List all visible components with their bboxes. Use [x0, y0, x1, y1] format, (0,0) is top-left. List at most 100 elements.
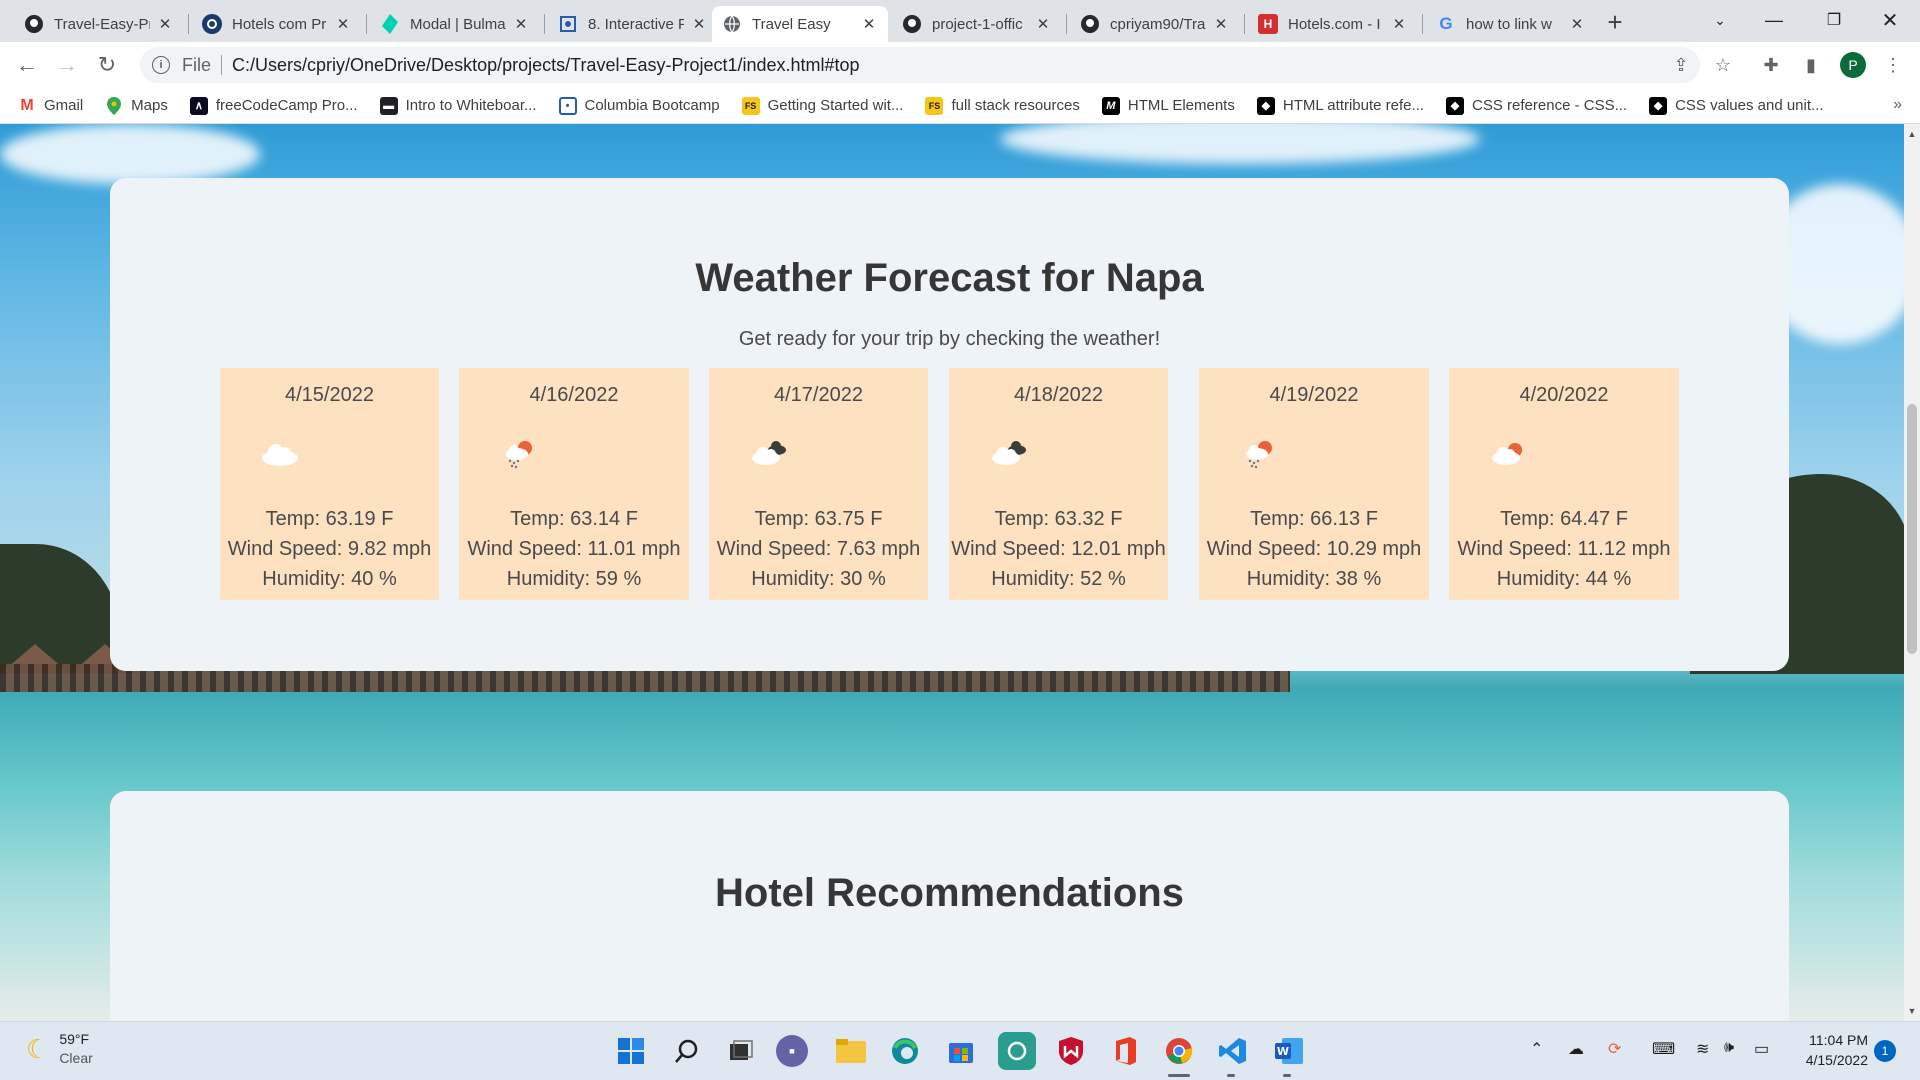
bookmark-item[interactable]: ◆ HTML attribute refe... — [1256, 96, 1424, 115]
forecast-wind: Wind Speed: 10.29 mph — [1206, 538, 1422, 560]
start-icon[interactable] — [612, 1032, 650, 1070]
browser-tab[interactable]: cpriyam90/Tra ✕ — [1070, 6, 1240, 42]
address-bar[interactable]: i File C:/Users/cpriy/OneDrive/Desktop/p… — [140, 47, 1700, 83]
bookmark-item[interactable]: • Columbia Bootcamp — [558, 96, 720, 115]
battery-icon[interactable]: ▭ — [1754, 1039, 1769, 1059]
clock-date: 4/15/2022 — [1805, 1052, 1868, 1068]
browser-tab[interactable]: Modal | Bulma ✕ — [370, 6, 540, 42]
page-scrollbar[interactable]: ▲ ▼ — [1904, 124, 1920, 1021]
browser-tab[interactable]: Hotels com Pr ✕ — [192, 6, 362, 42]
browser-tab[interactable]: G how to link w ✕ — [1426, 6, 1596, 42]
close-icon[interactable]: ✕ — [512, 15, 530, 33]
forecast-date: 4/16/2022 — [529, 384, 619, 406]
bookmark-item[interactable]: ◆ CSS reference - CSS... — [1446, 96, 1627, 115]
app-icon[interactable] — [998, 1032, 1036, 1070]
google-icon: G — [1439, 14, 1453, 33]
rapidapi-icon — [202, 14, 222, 34]
bookmark-star-icon[interactable]: ☆ — [1708, 50, 1738, 80]
chrome-icon[interactable] — [1160, 1032, 1198, 1070]
bookmark-item[interactable]: M HTML Elements — [1101, 96, 1235, 115]
bookmark-item[interactable]: ▬ Intro to Whiteboar... — [379, 96, 537, 115]
globe-icon — [722, 14, 742, 34]
close-icon[interactable]: ✕ — [1390, 15, 1408, 33]
restore-button[interactable]: ❐ — [1804, 0, 1864, 40]
browser-tab[interactable]: Travel-Easy-Pr ✕ — [14, 6, 184, 42]
store-icon[interactable] — [942, 1032, 980, 1070]
tab-title: 8. Interactive F — [588, 15, 684, 33]
bookmark-item[interactable]: M Gmail — [18, 97, 83, 115]
minimize-button[interactable]: — — [1744, 0, 1804, 40]
vscode-icon[interactable] — [1214, 1032, 1252, 1070]
mcafee-icon[interactable] — [1052, 1032, 1090, 1070]
forward-button[interactable]: → — [50, 48, 84, 82]
menu-icon[interactable]: ⋮ — [1878, 50, 1908, 80]
scroll-up-icon[interactable]: ▲ — [1904, 126, 1920, 142]
system-clock[interactable]: 11:04 PM 4/15/2022 — [1790, 1030, 1868, 1070]
bookmark-item[interactable]: FS full stack resources — [925, 96, 1080, 115]
forecast-temp: Temp: 63.19 F — [265, 508, 394, 530]
search-icon[interactable] — [668, 1032, 706, 1070]
wifi-icon[interactable]: ≋ — [1696, 1039, 1709, 1059]
new-tab-button[interactable]: + — [1597, 6, 1633, 38]
forecast-stats: Temp: 63.14 F Wind Speed: 11.01 mph Humi… — [459, 504, 689, 594]
close-icon[interactable]: ✕ — [1212, 15, 1230, 33]
forecast-humidity: Humidity: 30 % — [751, 568, 886, 590]
close-icon[interactable]: ✕ — [334, 15, 352, 33]
notification-badge[interactable]: 1 — [1874, 1040, 1896, 1062]
close-icon[interactable]: ✕ — [1568, 15, 1586, 33]
browser-tab[interactable]: 8. Interactive F ✕ — [548, 6, 718, 42]
forecast-wind: Wind Speed: 12.01 mph — [951, 538, 1166, 560]
extensions-icon[interactable]: ✚ — [1756, 50, 1786, 80]
forecast-stats: Temp: 63.32 F Wind Speed: 12.01 mph Humi… — [949, 504, 1168, 594]
reload-button[interactable]: ↻ — [90, 48, 124, 82]
keyboard-icon[interactable]: ⌨ — [1652, 1039, 1675, 1059]
taskbar-weather-widget[interactable]: ☾ 59°F Clear — [26, 1030, 93, 1068]
tab-title: project-1-offic — [932, 15, 1023, 33]
cloud-icon — [262, 444, 298, 466]
tab-search-button[interactable]: ⌄ — [1690, 0, 1750, 40]
word-icon[interactable]: W — [1270, 1032, 1308, 1070]
browser-tab-active[interactable]: Travel Easy ✕ — [712, 6, 888, 42]
back-button[interactable]: ← — [10, 48, 44, 82]
maps-icon — [105, 96, 123, 115]
weather-forecast-card: Weather Forecast for Napa Get ready for … — [110, 178, 1789, 671]
sync-icon[interactable]: ⟳ — [1608, 1039, 1621, 1059]
profile-avatar[interactable]: P — [1840, 52, 1866, 78]
scroll-down-icon[interactable]: ▼ — [1904, 1003, 1920, 1019]
chat-icon[interactable]: ▪ — [776, 1035, 808, 1067]
address-url[interactable]: C:/Users/cpriy/OneDrive/Desktop/projects… — [232, 55, 860, 76]
forecast-day-card: 4/16/2022 Temp: 63.14 F Wind Speed: 11.0… — [459, 368, 689, 600]
onedrive-icon[interactable]: ☁ — [1568, 1039, 1584, 1059]
share-icon[interactable]: ⇪ — [1666, 50, 1696, 80]
bookmark-item[interactable]: Maps — [105, 96, 168, 115]
task-view-icon[interactable] — [722, 1032, 760, 1070]
bookmark-item[interactable]: FS Getting Started wit... — [741, 96, 903, 115]
side-panel-icon[interactable]: ▮ — [1796, 50, 1826, 80]
close-icon[interactable]: ✕ — [156, 15, 174, 33]
forecast-date: 4/19/2022 — [1269, 384, 1359, 406]
edge-icon[interactable] — [886, 1032, 924, 1070]
volume-icon[interactable]: 🕪 — [1724, 1039, 1734, 1057]
file-explorer-icon[interactable] — [832, 1032, 870, 1070]
forecast-date: 4/20/2022 — [1519, 384, 1609, 406]
forecast-day-card: 4/15/2022 Temp: 63.19 F Wind Speed: 9.82… — [220, 368, 439, 600]
windows-taskbar: ☾ 59°F Clear ▪ W ⌃ ☁ ⟳ ⌨ ≋ 🕪 ▭ 11:04 PM … — [0, 1021, 1920, 1080]
browser-tab[interactable]: project-1-offic ✕ — [892, 6, 1062, 42]
w3-icon: ◆ — [1649, 96, 1668, 115]
forecast-date: 4/17/2022 — [774, 384, 863, 406]
bookmarks-overflow-icon[interactable]: » — [1893, 96, 1902, 114]
office-icon[interactable] — [1106, 1032, 1144, 1070]
tab-title: how to link w — [1466, 15, 1552, 33]
close-icon[interactable]: ✕ — [1034, 15, 1052, 33]
close-icon[interactable]: ✕ — [690, 15, 708, 33]
forecast-stats: Temp: 63.19 F Wind Speed: 9.82 mph Humid… — [220, 504, 439, 594]
page-viewport: Weather Forecast for Napa Get ready for … — [0, 124, 1904, 1021]
browser-tab[interactable]: H Hotels.com - I ✕ — [1248, 6, 1418, 42]
bookmark-item[interactable]: ◆ CSS values and unit... — [1649, 96, 1824, 115]
close-icon[interactable]: ✕ — [860, 15, 878, 33]
info-icon[interactable]: i — [152, 56, 170, 74]
chevron-up-icon[interactable]: ⌃ — [1530, 1039, 1543, 1059]
scrollbar-thumb[interactable] — [1907, 404, 1917, 654]
close-window-button[interactable]: ✕ — [1860, 0, 1920, 40]
bookmark-item[interactable]: ∧ freeCodeCamp Pro... — [189, 96, 358, 115]
